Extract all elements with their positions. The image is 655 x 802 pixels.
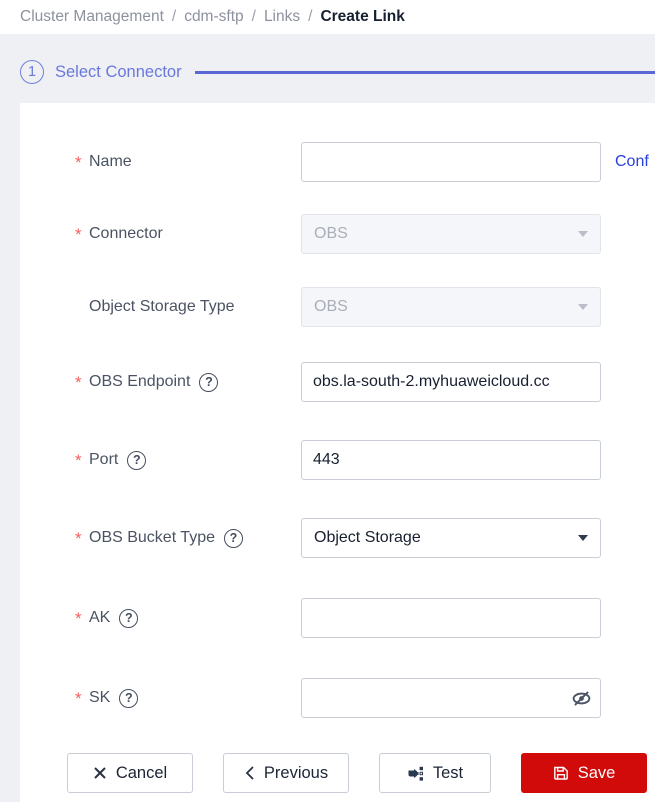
configure-link[interactable]: Conf	[615, 153, 649, 171]
obs-endpoint-input[interactable]	[301, 362, 601, 402]
help-icon[interactable]: ?	[199, 373, 218, 392]
test-button-label: Test	[433, 764, 463, 783]
obs-bucket-type-label: OBS Bucket Type	[89, 529, 215, 547]
required-asterisk: *	[75, 226, 89, 243]
ak-label: AK	[89, 609, 110, 627]
connector-select: OBS	[301, 214, 601, 254]
breadcrumb: Cluster Management / cdm-sftp / Links / …	[0, 0, 655, 34]
port-label: Port	[89, 451, 118, 469]
connector-select-value: OBS	[314, 225, 348, 243]
help-icon[interactable]: ?	[224, 529, 243, 548]
step-title: Select Connector	[55, 63, 182, 82]
field-row-obs-endpoint: * OBS Endpoint ?	[75, 362, 601, 402]
help-icon[interactable]: ?	[119, 609, 138, 628]
field-row-object-storage-type: * Object Storage Type OBS	[75, 287, 601, 327]
object-storage-type-select: OBS	[301, 287, 601, 327]
help-icon[interactable]: ?	[119, 689, 138, 708]
chevron-left-icon	[244, 765, 255, 781]
step-progress-line	[195, 71, 655, 74]
chevron-down-icon	[578, 231, 588, 237]
cancel-button[interactable]: Cancel	[67, 753, 193, 793]
chevron-down-icon	[578, 535, 588, 541]
ak-input[interactable]	[301, 598, 601, 638]
connection-test-icon	[407, 765, 424, 782]
breadcrumb-separator: /	[172, 8, 176, 26]
breadcrumb-separator: /	[308, 8, 312, 26]
breadcrumb-item-links[interactable]: Links	[264, 8, 300, 26]
sk-label: SK	[89, 689, 110, 707]
help-icon[interactable]: ?	[127, 451, 146, 470]
obs-endpoint-label: OBS Endpoint	[89, 373, 190, 391]
create-link-form-card: * Name Conf * Connector OBS * Object Sto…	[20, 103, 655, 802]
field-row-sk: * SK ?	[75, 678, 601, 718]
field-row-obs-bucket-type: * OBS Bucket Type ? Object Storage	[75, 518, 601, 558]
required-asterisk: *	[75, 690, 89, 707]
breadcrumb-separator: /	[252, 8, 256, 26]
cancel-button-label: Cancel	[116, 764, 167, 783]
chevron-down-icon	[578, 304, 588, 310]
breadcrumb-item-cluster-management[interactable]: Cluster Management	[20, 8, 164, 26]
field-row-name: * Name Conf	[75, 142, 649, 182]
breadcrumb-current-page: Create Link	[320, 8, 404, 26]
field-row-ak: * AK ?	[75, 598, 601, 638]
eye-off-icon[interactable]	[570, 687, 592, 709]
test-button[interactable]: Test	[379, 753, 491, 793]
field-row-port: * Port ?	[75, 440, 601, 480]
save-button[interactable]: Save	[521, 753, 647, 793]
object-storage-type-label: Object Storage Type	[89, 298, 235, 316]
connector-label: Connector	[89, 225, 163, 243]
obs-bucket-type-select-value: Object Storage	[314, 529, 421, 547]
required-asterisk: *	[75, 154, 89, 171]
name-input[interactable]	[301, 142, 601, 182]
required-asterisk: *	[75, 452, 89, 469]
x-mark-icon	[93, 766, 107, 780]
name-label: Name	[89, 153, 132, 171]
required-asterisk: *	[75, 374, 89, 391]
field-row-connector: * Connector OBS	[75, 214, 601, 254]
required-asterisk: *	[75, 610, 89, 627]
step-number-badge: 1	[20, 60, 44, 84]
obs-bucket-type-select[interactable]: Object Storage	[301, 518, 601, 558]
required-asterisk: *	[75, 530, 89, 547]
step-header: 1 Select Connector	[20, 56, 655, 88]
previous-button[interactable]: Previous	[223, 753, 349, 793]
breadcrumb-item-cdm-sftp[interactable]: cdm-sftp	[184, 8, 243, 26]
object-storage-type-select-value: OBS	[314, 298, 348, 316]
floppy-disk-icon	[553, 765, 569, 781]
save-button-label: Save	[578, 764, 616, 783]
port-input[interactable]	[301, 440, 601, 480]
form-footer: Cancel Previous Test	[67, 753, 647, 793]
sk-input[interactable]	[301, 678, 601, 718]
previous-button-label: Previous	[264, 764, 328, 783]
